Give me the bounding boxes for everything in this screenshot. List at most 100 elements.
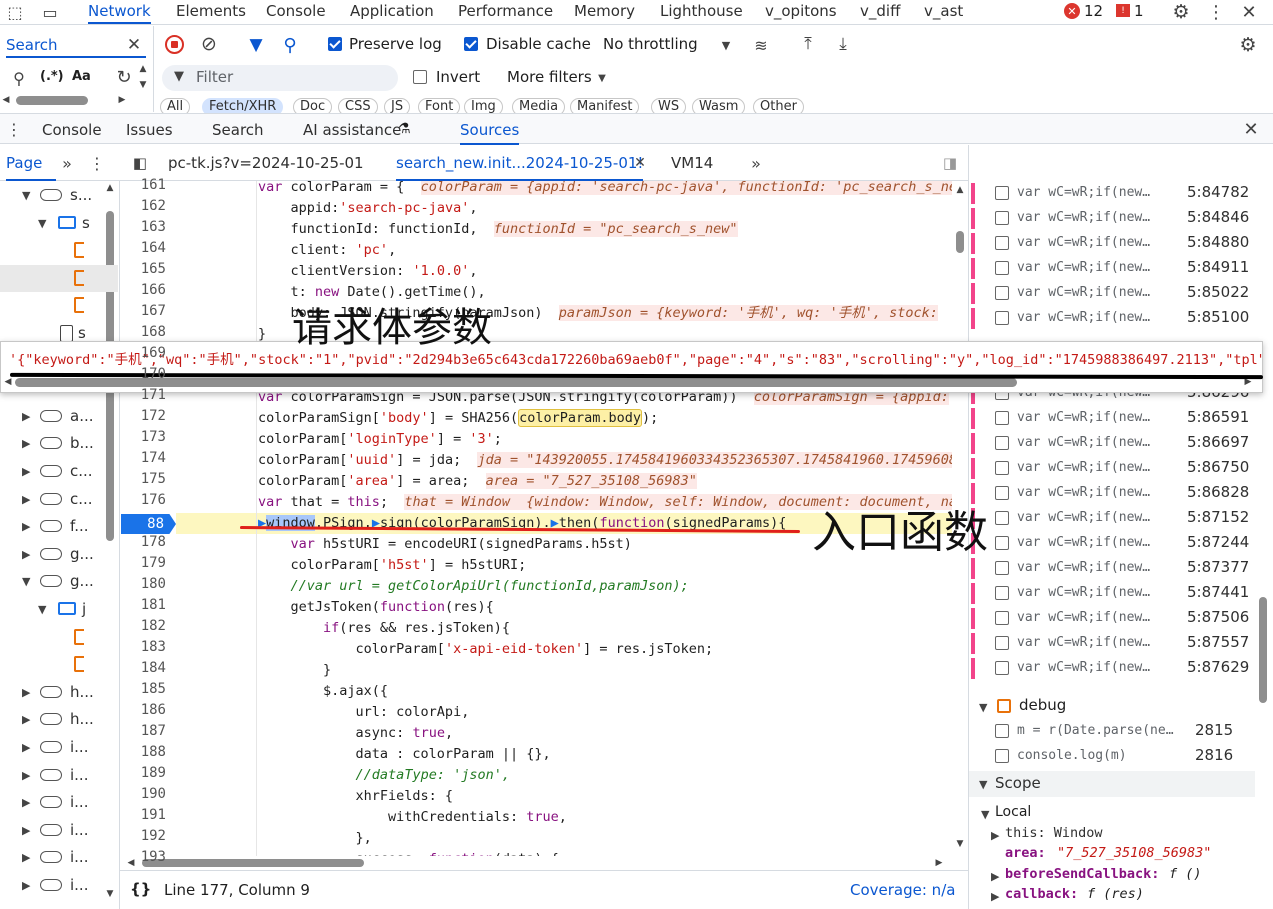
drawer-tab-issues[interactable]: Issues: [126, 121, 173, 139]
tree-item[interactable]: ▶ a...: [0, 403, 118, 430]
chevron-down-icon[interactable]: ▼: [719, 38, 733, 52]
expand-closed-icon[interactable]: ▶: [22, 437, 30, 450]
close-tab-icon[interactable]: ✕: [633, 155, 647, 171]
code-line[interactable]: colorParam['uuid'] = jda; jda = "1439200…: [176, 450, 952, 471]
code-line[interactable]: clientVersion: '1.0.0',: [176, 261, 952, 282]
top-tab-lighthouse[interactable]: Lighthouse: [660, 2, 743, 24]
code-line[interactable]: if(res && res.jsToken){: [176, 618, 952, 639]
code-line[interactable]: colorParamSign['body'] = SHA256(colorPar…: [176, 408, 952, 429]
debugger-scrollbar[interactable]: [1259, 597, 1267, 703]
tree-item[interactable]: [0, 264, 118, 292]
scope-callback-key[interactable]: callback:: [1005, 886, 1078, 902]
expand-closed-icon[interactable]: ▶: [22, 465, 30, 478]
network-conditions-icon[interactable]: ≋: [750, 35, 772, 55]
expand-open-icon[interactable]: ▼: [979, 701, 987, 714]
breakpoint-checkbox[interactable]: [995, 411, 1009, 425]
device-toolbar-icon[interactable]: ▭: [38, 2, 62, 22]
expand-open-icon[interactable]: ▼: [979, 778, 987, 791]
top-tab-performance[interactable]: Performance: [458, 2, 553, 24]
expand-open-icon[interactable]: ▼: [22, 189, 30, 202]
expand-closed-icon[interactable]: ▶: [991, 870, 999, 883]
coverage-link[interactable]: Coverage: n/a: [850, 881, 955, 899]
breakpoint-checkbox[interactable]: [995, 211, 1009, 225]
scroll-right-icon[interactable]: ▶: [118, 94, 126, 106]
tree-item[interactable]: [0, 292, 118, 319]
code-line[interactable]: //var url = getColorApiUrl(functionId,pa…: [176, 576, 952, 597]
tree-item[interactable]: ▼ g...: [0, 568, 118, 595]
expand-closed-icon[interactable]: ▶: [22, 493, 30, 506]
code-line[interactable]: getJsToken(function(res){: [176, 597, 952, 618]
search-network-icon[interactable]: ⚲: [280, 35, 300, 56]
more-tabs-icon[interactable]: »: [58, 153, 76, 173]
close-drawer-icon[interactable]: ✕: [1240, 118, 1262, 140]
drawer-tab-console[interactable]: Console: [42, 121, 102, 139]
toggle-navigator-icon[interactable]: ◧: [130, 153, 150, 173]
breakpoint-item[interactable]: var wC=wR;if(new… 5:87244: [969, 531, 1269, 556]
scope-section-header[interactable]: ▼ Scope: [969, 771, 1255, 797]
breakpoint-checkbox[interactable]: [995, 461, 1009, 475]
tree-item[interactable]: ▶ c...: [0, 486, 118, 513]
expand-closed-icon[interactable]: ▶: [22, 769, 30, 782]
expand-closed-icon[interactable]: ▶: [22, 851, 30, 864]
breakpoint-checkbox[interactable]: [995, 586, 1009, 600]
expand-closed-icon[interactable]: ▶: [22, 686, 30, 699]
editor-scroll-thumb[interactable]: [956, 231, 964, 253]
regex-toggle[interactable]: (.*): [40, 69, 64, 84]
search-pane-scrollbar[interactable]: [16, 96, 88, 105]
expand-closed-icon[interactable]: ▶: [22, 741, 30, 754]
file-tab[interactable]: VM14: [671, 154, 713, 172]
code-line[interactable]: success: function(data) {: [176, 849, 952, 856]
breakpoint-checkbox[interactable]: [995, 186, 1009, 200]
editor-hscroll-thumb[interactable]: [142, 859, 364, 867]
import-har-icon[interactable]: ⤒: [798, 34, 818, 54]
code-line[interactable]: colorParam['x-api-eid-token'] = res.jsTo…: [176, 639, 952, 660]
drawer-tab-ai-assistance[interactable]: AI assistance: [303, 121, 401, 139]
navigator-menu-icon[interactable]: ⋮: [89, 153, 105, 173]
expand-closed-icon[interactable]: ▶: [22, 410, 30, 423]
breakpoint-checkbox[interactable]: [995, 611, 1009, 625]
breakpoint-item[interactable]: var wC=wR;if(new… 5:86591: [969, 406, 1269, 431]
expand-closed-icon[interactable]: ▶: [22, 548, 30, 561]
filter-input[interactable]: ▼ Filter: [162, 65, 398, 91]
scroll-right-icon[interactable]: ▶: [934, 857, 944, 869]
tree-item[interactable]: [0, 237, 118, 264]
tree-item[interactable]: ▼ s: [0, 210, 118, 237]
export-har-icon[interactable]: ⤓: [833, 34, 853, 54]
breakpoint-checkbox[interactable]: [995, 511, 1009, 525]
code-line[interactable]: $.ajax({: [176, 681, 952, 702]
tree-item[interactable]: ▶ i...: [0, 844, 118, 871]
throttling-select[interactable]: No throttling: [603, 35, 698, 53]
breakpoint-checkbox[interactable]: [995, 311, 1009, 325]
top-tab-console[interactable]: Console: [266, 2, 326, 24]
network-settings-icon[interactable]: ⚙: [1237, 34, 1259, 56]
code-line[interactable]: }: [176, 660, 952, 681]
inspect-element-icon[interactable]: ⬚: [4, 2, 26, 22]
preserve-log-checkbox[interactable]: [328, 37, 342, 51]
pretty-print-icon[interactable]: {}: [130, 880, 151, 898]
breakpoint-checkbox[interactable]: [995, 436, 1009, 450]
invert-checkbox[interactable]: [413, 70, 427, 84]
top-tab-elements[interactable]: Elements: [176, 2, 246, 24]
expand-closed-icon[interactable]: ▶: [22, 796, 30, 809]
file-tab[interactable]: pc-tk.js?v=2024-10-25-01: [168, 154, 364, 172]
breakpoint-checkbox[interactable]: [995, 261, 1009, 275]
scroll-up-icon[interactable]: ▲: [137, 64, 149, 74]
warning-icon[interactable]: !: [1116, 4, 1130, 17]
error-icon[interactable]: ✕: [1064, 3, 1080, 19]
code-line[interactable]: url: colorApi,: [176, 702, 952, 723]
tree-item[interactable]: ▶ h...: [0, 679, 118, 706]
debug-group-header[interactable]: ▼ debug: [969, 694, 1255, 719]
scope-before-key[interactable]: beforeSendCallback:: [1005, 866, 1159, 882]
expand-open-icon[interactable]: ▼: [38, 217, 46, 230]
expand-closed-icon[interactable]: ▶: [22, 879, 30, 892]
scroll-down-icon[interactable]: ▼: [955, 839, 965, 849]
expand-closed-icon[interactable]: ▶: [22, 824, 30, 837]
code-line[interactable]: withCredentials: true,: [176, 807, 952, 828]
expand-closed-icon[interactable]: ▶: [991, 829, 999, 842]
code-line[interactable]: //dataType: 'json',: [176, 765, 952, 786]
filter-icon[interactable]: ▼: [246, 35, 266, 55]
code-line[interactable]: var colorParam = { colorParam = {appid: …: [176, 181, 952, 198]
expand-open-icon[interactable]: ▼: [38, 603, 46, 616]
breakpoint-item[interactable]: var wC=wR;if(new… 5:86697: [969, 431, 1269, 456]
breakpoint-checkbox[interactable]: [995, 286, 1009, 300]
